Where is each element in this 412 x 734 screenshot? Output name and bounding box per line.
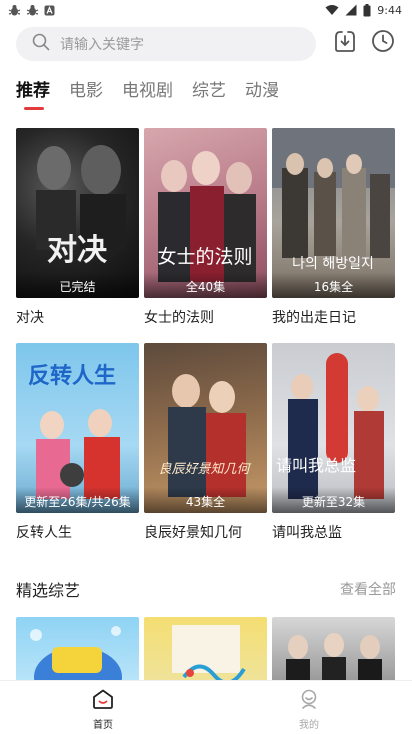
svg-text:良辰好景知几何: 良辰好景知几何 [158,461,251,477]
variety-section-header: 精选综艺 查看全部 [16,576,396,602]
svg-text:女士的法则: 女士的法则 [157,246,252,268]
show-poster[interactable]: 反转人生 更新至26集/共26集 [16,343,139,513]
view-all-link[interactable]: 查看全部 [340,579,396,599]
profile-icon [298,689,320,713]
nav-profile[interactable]: 我的 [206,681,412,734]
show-grid-row-2: 反转人生 更新至26集/共26集 反转人生 良辰好景知几何 43集全 良辰好景知… [16,343,396,542]
search-icon [32,33,50,55]
show-poster[interactable]: 良辰好景知几何 43集全 [144,343,267,513]
show-poster[interactable]: 女士的法则 全40集 [144,128,267,298]
search-input[interactable]: 请输入关键字 [16,27,316,61]
status-time: 9:44 [377,3,402,17]
bottom-nav: 首页 我的 [0,680,412,734]
svg-text:나의 해방일지: 나의 해방일지 [292,256,374,272]
variety-thumbnail[interactable] [272,617,395,681]
show-title[interactable]: 反转人生 [16,522,139,542]
variety-thumbnail[interactable] [16,617,139,681]
show-title[interactable]: 良辰好景知几何 [144,522,267,542]
tab-tv-series[interactable]: 电视剧 [122,78,173,106]
show-card[interactable]: 对决 已完结 对决 [16,128,139,327]
episode-badge: 全40集 [144,272,267,298]
home-icon [92,689,114,713]
tab-movies[interactable]: 电影 [69,78,103,106]
show-title[interactable]: 对决 [16,307,139,327]
show-grid-row-1: 对决 已完结 对决 女士的法则 全40集 女士的法则 나의 해방일지 16集全 … [16,128,396,327]
show-title[interactable]: 女士的法则 [144,307,267,327]
episode-badge: 16集全 [272,272,395,298]
status-right-icons: 9:44 [325,3,402,17]
search-placeholder: 请输入关键字 [60,37,144,53]
show-card[interactable]: 女士的法则 全40集 女士的法则 [144,128,267,327]
show-card[interactable]: 良辰好景知几何 43集全 良辰好景知几何 [144,343,267,542]
show-title[interactable]: 我的出走日记 [272,307,395,327]
nav-profile-label: 我的 [299,719,319,731]
episode-badge: 更新至32集 [272,487,395,513]
show-poster[interactable]: 나의 해방일지 16集全 [272,128,395,298]
episode-badge: 更新至26集/共26集 [16,487,139,513]
download-icon [333,29,357,57]
episode-badge: 已完结 [16,272,139,298]
history-button[interactable] [370,30,396,56]
notification-a-icon [44,5,55,16]
show-card[interactable]: 请叫我总监 更新至32集 请叫我总监 [272,343,395,542]
bug-icon [8,4,21,17]
svg-text:对决: 对决 [47,233,107,268]
battery-icon [363,3,371,17]
download-button[interactable] [332,30,358,56]
clock-icon [371,29,395,57]
svg-text:请叫我总监: 请叫我总监 [276,456,356,475]
show-card[interactable]: 나의 해방일지 16集全 我的出走日记 [272,128,395,327]
status-bar: 9:44 [0,0,412,20]
show-poster[interactable]: 请叫我总监 更新至32集 [272,343,395,513]
episode-badge: 43集全 [144,487,267,513]
bug-icon [26,4,39,17]
status-left-icons [8,4,55,17]
wifi-icon [325,4,339,16]
category-tabs: 推荐 电影 电视剧 综艺 动漫 [16,78,298,110]
tab-variety[interactable]: 综艺 [192,78,226,106]
show-poster[interactable]: 对决 已完结 [16,128,139,298]
nav-home[interactable]: 首页 [0,681,206,734]
tab-recommend[interactable]: 推荐 [16,78,50,110]
nav-home-label: 首页 [93,719,113,731]
signal-icon [345,4,357,16]
variety-row [16,617,396,681]
search-row: 请输入关键字 [16,26,396,62]
variety-thumbnail[interactable] [144,617,267,681]
tab-anime[interactable]: 动漫 [245,78,279,106]
show-card[interactable]: 反转人生 更新至26集/共26集 反转人生 [16,343,139,542]
section-title: 精选综艺 [16,581,81,600]
show-title[interactable]: 请叫我总监 [272,522,395,542]
svg-text:反转人生: 反转人生 [28,363,116,389]
